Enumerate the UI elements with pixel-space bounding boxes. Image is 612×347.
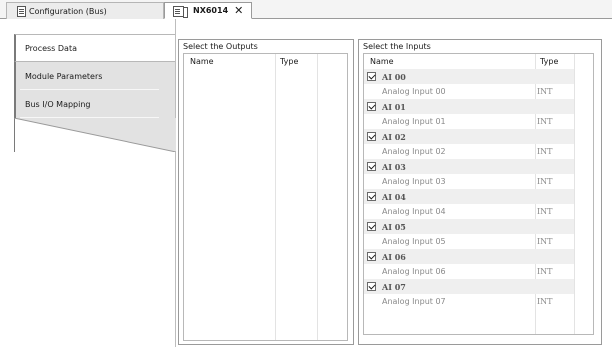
input-name: AI 03 [382,161,406,172]
input-detail-row: Analog Input 03 INT [364,174,574,189]
input-type: INT [537,297,553,306]
input-type: INT [537,237,553,246]
input-name: AI 01 [382,101,406,112]
inputs-title: Select the Inputs [363,42,431,51]
close-icon[interactable]: ✕ [234,5,243,16]
input-row-ai06[interactable]: AI 06 [364,249,574,264]
input-description: Analog Input 07 [382,297,446,306]
checkbox-ai00[interactable] [367,72,376,81]
outputs-panel: Select the Outputs Name Type [178,39,354,345]
input-type: INT [537,207,553,216]
input-detail-row: Analog Input 05 INT [364,234,574,249]
input-name: AI 02 [382,131,406,142]
input-detail-row: Analog Input 07 INT [364,294,574,309]
column-separator [574,54,575,334]
inputs-table[interactable]: Name Type AI 00 Analog Input 00 INT AI 0… [363,53,594,335]
outputs-title: Select the Outputs [183,42,258,51]
nav-item-label: Module Parameters [25,71,103,81]
input-row-ai01[interactable]: AI 01 [364,99,574,114]
input-row-ai05[interactable]: AI 05 [364,219,574,234]
tab-label: Configuration (Bus) [29,6,107,16]
input-type: INT [537,177,553,186]
left-navigation: Process Data Module Parameters Bus I/O M… [0,19,176,347]
input-type: INT [537,147,553,156]
input-type: INT [537,87,553,96]
input-detail-row: Analog Input 06 INT [364,264,574,279]
checkbox-ai07[interactable] [367,282,376,291]
tab-nx6014[interactable]: NX6014 ✕ [164,2,252,19]
input-description: Analog Input 04 [382,207,446,216]
inputs-panel: Select the Inputs Name Type AI 00 Analog… [358,39,602,345]
editor-tab-strip: Configuration (Bus) NX6014 ✕ [0,0,612,19]
input-type: INT [537,267,553,276]
input-description: Analog Input 00 [382,87,446,96]
input-name: AI 05 [382,221,406,232]
nav-item-label: Process Data [25,43,77,53]
input-type: INT [537,117,553,126]
input-detail-row: Analog Input 04 INT [364,204,574,219]
column-header-type[interactable]: Type [280,57,298,66]
input-detail-row: Analog Input 01 INT [364,114,574,129]
input-row-ai07[interactable]: AI 07 [364,279,574,294]
checkbox-ai04[interactable] [367,192,376,201]
input-name: AI 04 [382,191,406,202]
checkbox-ai01[interactable] [367,102,376,111]
input-row-ai04[interactable]: AI 04 [364,189,574,204]
checkbox-ai05[interactable] [367,222,376,231]
column-separator [275,54,276,340]
checkbox-ai06[interactable] [367,252,376,261]
checkbox-ai03[interactable] [367,162,376,171]
input-name: AI 06 [382,251,406,262]
column-header-type[interactable]: Type [540,57,558,66]
column-header-name[interactable]: Name [190,57,214,66]
input-description: Analog Input 01 [382,117,446,126]
tab-label: NX6014 [193,6,229,15]
input-name: AI 00 [382,71,406,82]
checkbox-ai02[interactable] [367,132,376,141]
tab-configuration-bus[interactable]: Configuration (Bus) [6,2,164,19]
nav-item-process-data[interactable]: Process Data [14,34,175,62]
document-icon [17,6,26,17]
input-row-ai03[interactable]: AI 03 [364,159,574,174]
input-detail-row: Analog Input 02 INT [364,144,574,159]
input-row-ai00[interactable]: AI 00 [364,69,574,84]
nav-divider [14,118,176,152]
input-description: Analog Input 03 [382,177,446,186]
input-row-ai02[interactable]: AI 02 [364,129,574,144]
input-description: Analog Input 06 [382,267,446,276]
nav-item-label: Bus I/O Mapping [25,99,91,109]
input-detail-row: Analog Input 00 INT [364,84,574,99]
nav-item-module-parameters[interactable]: Module Parameters [14,62,175,90]
column-header-name[interactable]: Name [370,57,394,66]
column-separator [317,54,318,340]
device-icon [173,6,188,18]
input-description: Analog Input 02 [382,147,446,156]
input-description: Analog Input 05 [382,237,446,246]
input-name: AI 07 [382,281,406,292]
nav-item-bus-io-mapping[interactable]: Bus I/O Mapping [14,90,175,118]
outputs-table[interactable]: Name Type [183,53,348,341]
